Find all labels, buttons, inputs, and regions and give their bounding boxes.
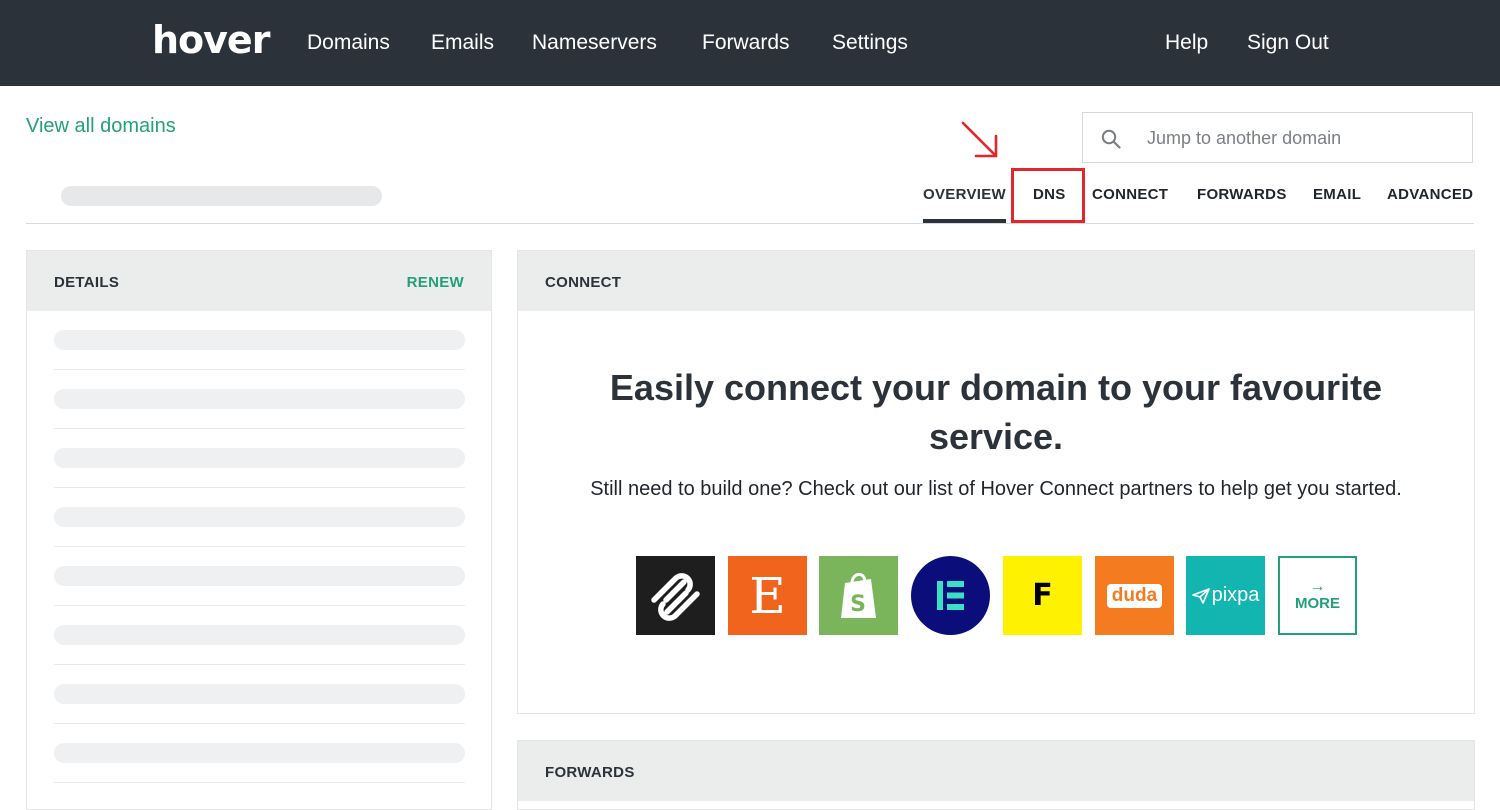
domain-search-box xyxy=(1082,112,1473,163)
squarespace-logo-icon xyxy=(636,556,715,635)
details-card-header: DETAILS RENEW xyxy=(27,251,491,311)
etsy-logo-icon: E xyxy=(749,566,786,625)
nav-link-help[interactable]: Help xyxy=(1165,31,1208,55)
annotation-arrow-icon xyxy=(961,121,998,158)
details-card: DETAILS RENEW xyxy=(26,250,492,810)
arrow-right-icon: → xyxy=(1309,578,1326,595)
format-logo-icon: F xyxy=(1032,578,1053,613)
details-skeleton-row xyxy=(54,625,465,645)
tab-connect[interactable]: CONNECT xyxy=(1092,186,1168,203)
renew-link[interactable]: RENEW xyxy=(407,274,464,291)
details-skeleton-row xyxy=(54,684,465,704)
partner-etsy[interactable]: E xyxy=(728,556,807,635)
view-all-domains-link[interactable]: View all domains xyxy=(26,115,176,138)
annotation-highlight-box xyxy=(1011,168,1085,223)
nav-link-forwards[interactable]: Forwards xyxy=(702,31,790,55)
paper-plane-icon xyxy=(1191,587,1210,604)
nav-link-settings[interactable]: Settings xyxy=(832,31,908,55)
details-skeleton-row xyxy=(54,507,465,527)
nav-link-domains[interactable]: Domains xyxy=(307,31,390,55)
forwards-card-header: FORWARDS xyxy=(518,741,1474,801)
tab-forwards[interactable]: FORWARDS xyxy=(1197,186,1287,203)
connect-card: CONNECT Easily connect your domain to yo… xyxy=(517,250,1475,714)
nav-link-nameservers[interactable]: Nameservers xyxy=(532,31,657,55)
tab-overview[interactable]: OVERVIEW xyxy=(923,186,1006,203)
more-label: MORE xyxy=(1295,595,1340,612)
partner-duda[interactable]: duda xyxy=(1095,556,1174,635)
nav-link-sign-out[interactable]: Sign Out xyxy=(1247,31,1329,55)
details-skeleton-row xyxy=(54,389,465,409)
nav-link-emails[interactable]: Emails xyxy=(431,31,494,55)
elementor-logo-icon xyxy=(911,556,990,635)
details-row-divider xyxy=(54,782,465,783)
details-skeleton-row xyxy=(54,743,465,763)
partner-squarespace[interactable] xyxy=(636,556,715,635)
connect-card-title: CONNECT xyxy=(545,274,622,291)
details-skeleton-row xyxy=(54,566,465,586)
top-nav: hover Domains Emails Nameservers Forward… xyxy=(0,0,1500,86)
details-skeleton-row xyxy=(54,448,465,468)
search-icon xyxy=(1101,129,1121,149)
shopify-logo-icon: S xyxy=(819,556,898,635)
details-row-divider xyxy=(54,664,465,665)
more-partners-button[interactable]: → MORE xyxy=(1278,556,1357,635)
details-row-divider xyxy=(54,605,465,606)
partner-elementor[interactable] xyxy=(911,556,990,635)
details-row-divider xyxy=(54,487,465,488)
connect-headline: Easily connect your domain to your favou… xyxy=(609,367,1383,457)
forwards-card-title: FORWARDS xyxy=(545,764,635,781)
hover-logo[interactable]: hover xyxy=(152,18,270,62)
partner-format[interactable]: F xyxy=(1003,556,1082,635)
details-row-divider xyxy=(54,723,465,724)
connect-card-header: CONNECT xyxy=(518,251,1474,311)
pixpa-logo-icon: pixpa xyxy=(1211,584,1260,606)
duda-logo-icon: duda xyxy=(1106,583,1163,608)
domain-name-placeholder xyxy=(61,186,382,206)
tab-advanced[interactable]: ADVANCED xyxy=(1387,186,1473,203)
domain-search-input[interactable] xyxy=(1147,123,1457,153)
details-row-divider xyxy=(54,428,465,429)
details-card-title: DETAILS xyxy=(54,274,120,291)
svg-text:S: S xyxy=(850,592,866,617)
tabs-divider xyxy=(26,223,1474,224)
forwards-card: FORWARDS xyxy=(517,740,1475,810)
details-row-divider xyxy=(54,369,465,370)
details-skeleton-row xyxy=(54,330,465,350)
partner-shopify[interactable]: S xyxy=(819,556,898,635)
tab-email[interactable]: EMAIL xyxy=(1313,186,1361,203)
partner-pixpa[interactable]: pixpa xyxy=(1186,556,1265,635)
connect-subtext: Still need to build one? Check out our l… xyxy=(590,478,1402,500)
details-row-divider xyxy=(54,546,465,547)
